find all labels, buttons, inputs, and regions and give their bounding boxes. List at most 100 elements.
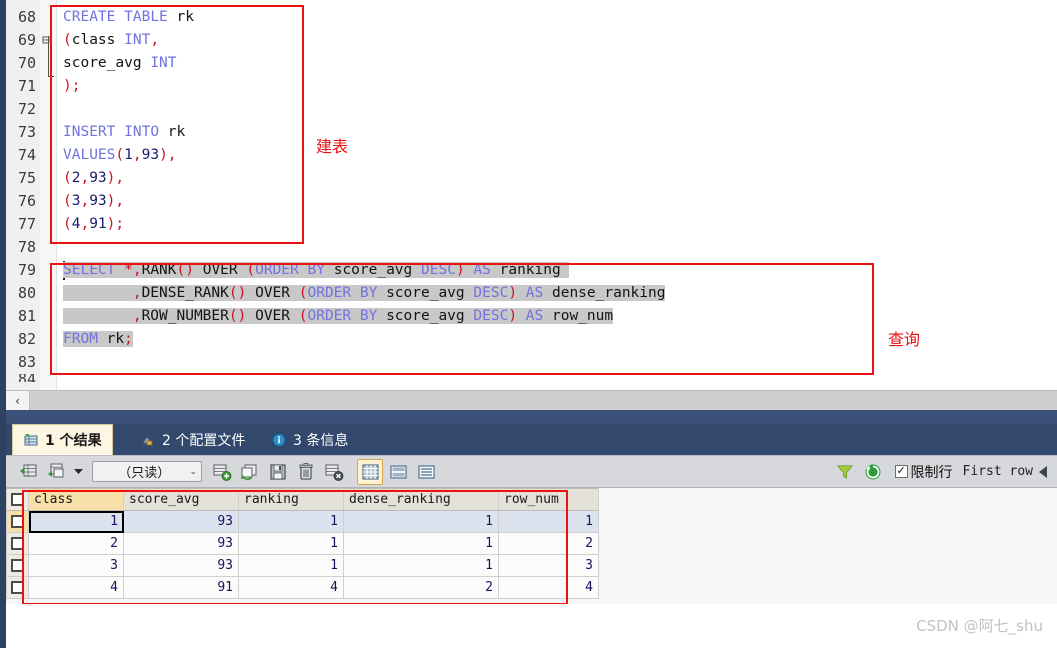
cell-ranking[interactable]: 1 [238, 510, 344, 533]
tab-results-label: 1 个结果 [45, 433, 102, 449]
code-text: (3,93), [63, 193, 125, 209]
select-all-rows-button[interactable] [6, 488, 29, 511]
dropdown-caret-icon[interactable] [71, 459, 85, 485]
results-tab-bar: 1 个结果 2 个配置文件 3 条信息 [6, 424, 1057, 455]
code-line[interactable]: 79 SELECT *,RANK() OVER (ORDER BY score_… [6, 259, 1057, 282]
line-number: 80 [17, 284, 36, 302]
field-view-icon[interactable] [413, 459, 439, 485]
delete-row-icon[interactable] [293, 459, 319, 485]
code-line[interactable]: 69 ⊟ (class INT, [6, 29, 1057, 52]
form-view-icon[interactable] [385, 459, 411, 485]
cell-dense-ranking[interactable]: 1 [343, 554, 499, 577]
cell-score-avg[interactable]: 93 [123, 532, 239, 555]
column-header-class[interactable]: class [28, 488, 124, 511]
code-text: FROM rk; [63, 331, 133, 347]
results-toolbar: （只读） ⌄ ✓ 限制行 First row [6, 455, 1057, 488]
line-number: 84 [6, 374, 36, 382]
add-row-icon[interactable] [209, 459, 235, 485]
cell-class[interactable]: 3 [28, 554, 124, 577]
code-line[interactable]: 70 score_avg INT [6, 52, 1057, 75]
cell-row-num[interactable]: 4 [498, 576, 599, 599]
column-header-row-num[interactable]: row_num [498, 488, 599, 511]
cell-row-num[interactable]: 2 [498, 532, 599, 555]
line-number: 76 [17, 192, 36, 210]
scroll-left-arrow-icon[interactable]: ‹ [6, 391, 30, 410]
code-line[interactable]: 75 (2,93), [6, 167, 1057, 190]
cell-dense-ranking[interactable]: 1 [343, 510, 499, 533]
code-line[interactable]: 77 (4,91); [6, 213, 1057, 236]
code-text: (2,93), [63, 170, 125, 186]
nav-prev-icon[interactable] [1034, 459, 1052, 485]
row-marker-icon [11, 537, 24, 550]
cell-class[interactable]: 2 [28, 532, 124, 555]
first-row-label: First row [962, 464, 1033, 479]
watermark: CSDN @阿七_shu [916, 617, 1043, 635]
filter-icon[interactable] [832, 459, 858, 485]
grid-view-icon[interactable] [357, 458, 383, 485]
limit-rows-checkbox[interactable]: ✓ [894, 465, 908, 478]
cell-row-num[interactable]: 3 [498, 554, 599, 577]
row-selector[interactable] [6, 576, 29, 599]
code-line[interactable]: 73 INSERT INTO rk [6, 121, 1057, 144]
refresh-icon[interactable] [860, 459, 886, 485]
table-row[interactable]: 1 93 1 1 1 [6, 510, 599, 533]
result-grid-icon [23, 432, 39, 448]
tab-messages[interactable]: 3 条信息 [261, 424, 358, 455]
cell-dense-ranking[interactable]: 1 [343, 532, 499, 555]
table-row[interactable]: 4 91 4 2 4 [6, 576, 599, 599]
code-line[interactable]: 72 [6, 98, 1057, 121]
tab-results[interactable]: 1 个结果 [12, 424, 113, 455]
tab-profiles[interactable]: 2 个配置文件 [130, 424, 255, 455]
chevron-down-icon: ⌄ [189, 466, 197, 477]
cell-dense-ranking[interactable]: 2 [343, 576, 499, 599]
row-selector[interactable] [6, 554, 29, 577]
line-number: 77 [17, 215, 36, 233]
clear-results-icon[interactable] [321, 459, 347, 485]
column-header-dense-ranking[interactable]: dense_ranking [343, 488, 499, 511]
column-header-ranking[interactable]: ranking [238, 488, 344, 511]
cell-ranking[interactable]: 1 [238, 554, 344, 577]
line-number: 81 [17, 307, 36, 325]
results-panel-band [6, 410, 1057, 424]
line-number: 74 [17, 146, 36, 164]
editor-horizontal-scrollbar[interactable]: ‹ [6, 390, 1057, 410]
row-selector[interactable] [6, 532, 29, 555]
code-line[interactable]: 81 ,ROW_NUMBER() OVER (ORDER BY score_av… [6, 305, 1057, 328]
table-row[interactable]: 3 93 1 1 3 [6, 554, 599, 577]
table-header-row: class score_avg ranking dense_ranking ro… [6, 488, 599, 511]
cell-score-avg[interactable]: 93 [123, 510, 239, 533]
cell-class[interactable]: 4 [28, 576, 124, 599]
line-number: 75 [17, 169, 36, 187]
row-selector[interactable] [6, 510, 29, 533]
code-line-partial-bottom: 84 [6, 374, 1057, 382]
code-text: INSERT INTO rk [63, 124, 186, 140]
cell-class[interactable]: 1 [28, 510, 124, 533]
profile-icon [140, 432, 156, 448]
code-line[interactable]: 80 ,DENSE_RANK() OVER (ORDER BY score_av… [6, 282, 1057, 305]
cell-ranking[interactable]: 4 [238, 576, 344, 599]
code-line[interactable]: 71 ); [6, 75, 1057, 98]
code-line[interactable]: 68 CREATE TABLE rk [6, 6, 1057, 29]
cell-row-num[interactable]: 1 [498, 510, 599, 533]
cell-score-avg[interactable]: 91 [123, 576, 239, 599]
code-text: ); [63, 78, 81, 94]
code-text: CREATE TABLE rk [63, 9, 194, 25]
revert-changes-icon[interactable] [237, 459, 263, 485]
save-changes-icon[interactable] [265, 459, 291, 485]
code-line[interactable]: 78 [6, 236, 1057, 259]
line-number: 72 [17, 100, 36, 118]
code-line[interactable]: 83 [6, 351, 1057, 374]
line-number: 68 [17, 8, 36, 26]
cell-score-avg[interactable]: 93 [123, 554, 239, 577]
table-row[interactable]: 2 93 1 1 2 [6, 532, 599, 555]
code-line[interactable]: 76 (3,93), [6, 190, 1057, 213]
row-marker-icon [11, 559, 24, 572]
column-header-score-avg[interactable]: score_avg [123, 488, 239, 511]
results-grid[interactable]: class score_avg ranking dense_ranking ro… [6, 488, 1057, 604]
export-records-icon[interactable] [43, 459, 69, 485]
edit-mode-select[interactable]: （只读） ⌄ [92, 461, 202, 482]
import-records-icon[interactable] [15, 459, 41, 485]
cell-ranking[interactable]: 1 [238, 532, 344, 555]
code-line[interactable]: 74 VALUES(1,93), [6, 144, 1057, 167]
line-number: 70 [17, 54, 36, 72]
